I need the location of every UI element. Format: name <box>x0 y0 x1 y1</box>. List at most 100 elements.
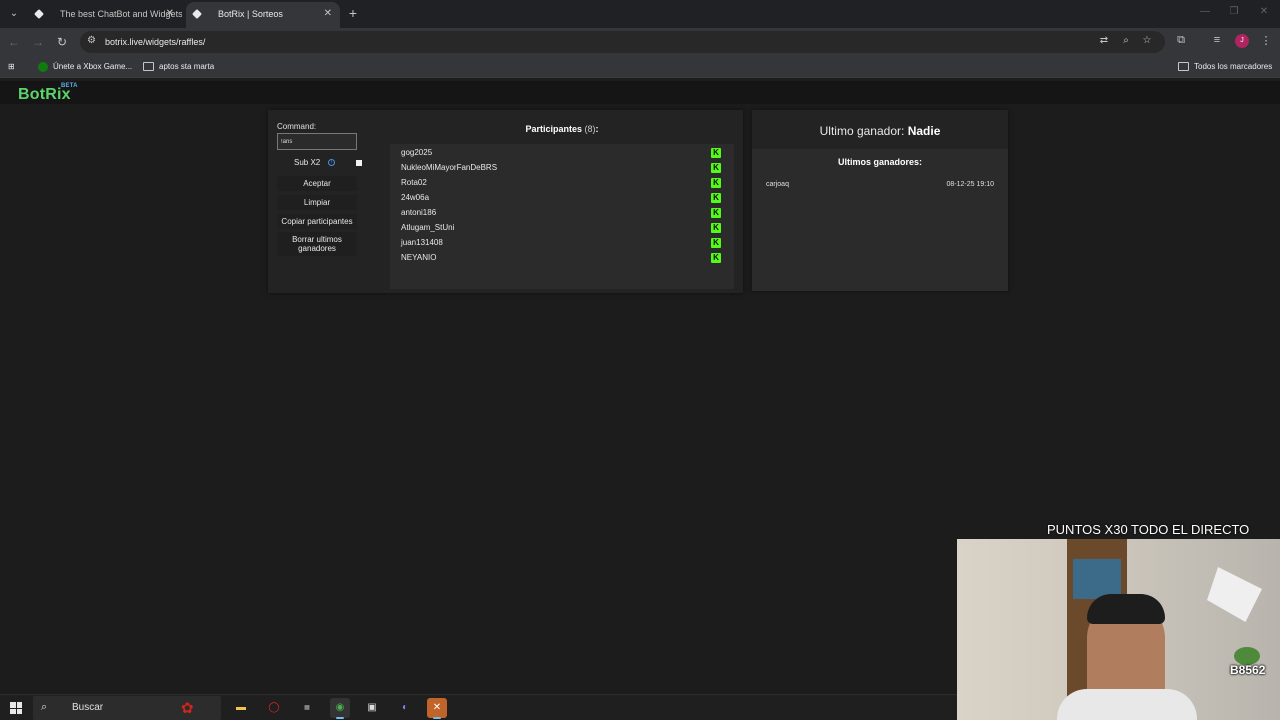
winner-name: carjoaq <box>766 181 789 188</box>
command-input[interactable] <box>277 133 357 150</box>
participant-row[interactable]: antoni186 K <box>401 206 721 220</box>
forward-arrow-icon[interactable]: → <box>30 34 46 50</box>
restore-icon[interactable]: ❐ <box>1224 6 1244 17</box>
participant-row[interactable]: Rota02 K <box>401 176 721 190</box>
bookmark-star-icon[interactable]: ☆ <box>1140 35 1154 46</box>
windows-start-icon[interactable] <box>10 702 22 714</box>
windows-taskbar: ⌕ Buscar ✿ ▬ ◯ ▦ ◉ ▣ ◐ ✕ <box>0 694 957 720</box>
close-tab-icon[interactable]: ✕ <box>166 2 174 26</box>
botrix-favicon-icon <box>192 9 202 19</box>
last-winner-label: Ultimo ganador: <box>819 124 905 138</box>
league-client-icon[interactable]: ▦ <box>297 698 317 718</box>
winner-row: carjoaq 08-12-25 19:10 <box>766 181 994 188</box>
url-text: botrix.live/widgets/raffles/ <box>105 37 206 47</box>
participants-title: Participantes (8): <box>390 124 734 134</box>
last-winner-name: Nadie <box>907 124 941 138</box>
all-bookmarks-folder[interactable]: Todos los marcadores <box>1178 60 1272 74</box>
participant-row[interactable]: NEYANIO K <box>401 251 721 265</box>
new-tab-plus-icon[interactable]: + <box>345 4 361 22</box>
all-bookmarks-label: Todos los marcadores <box>1194 62 1273 71</box>
translate-icon[interactable]: ⇄ <box>1097 35 1111 46</box>
webcam-overlay: B8562 <box>957 539 1280 720</box>
points-badge: B8562 <box>1230 663 1266 677</box>
bookmark-label: Únete a Xbox Game... <box>53 62 133 71</box>
accept-button[interactable]: Aceptar <box>277 176 357 191</box>
extensions-puzzle-icon[interactable]: ⧉ <box>1173 34 1189 47</box>
discord-icon[interactable]: ◐ <box>395 698 415 718</box>
address-bar[interactable]: ⚙ botrix.live/widgets/raffles/ ⇄ ⌕ ☆ <box>80 31 1165 53</box>
kick-icon: K <box>711 223 721 233</box>
command-label: Command: <box>277 122 317 131</box>
participant-row[interactable]: juan131408 K <box>401 236 721 250</box>
file-explorer-icon[interactable]: ▬ <box>231 698 251 718</box>
profile-avatar[interactable]: J <box>1235 34 1249 48</box>
sub-x2-checkbox[interactable] <box>356 160 362 166</box>
bookmark-folder-aptos[interactable]: aptos sta marta <box>143 60 214 74</box>
browser-tabstrip: ⌄ The best ChatBot and Widgets ✕ BotRix … <box>0 0 1280 28</box>
folder-icon <box>143 62 154 72</box>
tab-chatbot[interactable]: The best ChatBot and Widgets ✕ <box>28 2 182 28</box>
participants-count: (8) <box>584 124 596 134</box>
bookmark-xbox[interactable]: Únete a Xbox Game... <box>38 60 132 74</box>
zoom-icon[interactable]: ⌕ <box>1119 35 1133 46</box>
search-icon: ⌕ <box>41 701 48 713</box>
clear-button[interactable]: Limpiar <box>277 195 357 210</box>
opera-icon[interactable]: ◯ <box>264 698 284 718</box>
kick-icon: K <box>711 148 721 158</box>
kick-icon: K <box>711 163 721 173</box>
tab-search-chevron-icon[interactable]: ⌄ <box>5 5 23 23</box>
kick-icon: K <box>711 253 721 263</box>
kick-icon: K <box>711 178 721 188</box>
participant-row[interactable]: Atlugam_StUni K <box>401 221 721 235</box>
delete-last-winners-button[interactable]: Borrar ultimos ganadores <box>277 232 357 256</box>
tab-title: BotRix | Sorteos <box>218 9 283 19</box>
bookmark-label: aptos sta marta <box>159 62 215 71</box>
search-placeholder: Buscar <box>72 702 104 713</box>
participant-row[interactable]: gog2025 K <box>401 146 721 160</box>
webcam-shirt <box>1057 689 1197 720</box>
botrix-logo[interactable]: BotRix BETA <box>18 83 78 104</box>
calculator-app-icon[interactable]: ▣ <box>362 698 382 718</box>
participant-name: NukleoMiMayorFanDeBRS <box>401 163 498 172</box>
participant-name: 24w06a <box>401 193 430 202</box>
stream-banner: PUNTOS X30 TODO EL DIRECTO <box>1047 522 1250 537</box>
reload-icon[interactable]: ↻ <box>54 34 70 50</box>
participant-name: Atlugam_StUni <box>401 223 455 232</box>
minimize-icon[interactable]: — <box>1195 6 1215 17</box>
media-queue-icon[interactable]: ≡ <box>1209 34 1225 46</box>
participant-name: gog2025 <box>401 148 433 157</box>
info-icon[interactable]: i <box>328 159 335 166</box>
last-winners-list: Ultimos ganadores: carjoaq 08-12-25 19:1… <box>752 149 1008 291</box>
tab-title: The best ChatBot and Widgets <box>60 9 182 19</box>
participants-list: gog2025 K NukleoMiMayorFanDeBRS K Rota02 K … <box>390 144 734 289</box>
obs-app-icon[interactable]: ✕ <box>427 698 447 719</box>
tab-sorteos[interactable]: BotRix | Sorteos ✕ <box>186 2 340 28</box>
app-header: BotRix BETA <box>0 81 1280 104</box>
participant-row[interactable]: NukleoMiMayorFanDeBRS K <box>401 161 721 175</box>
bookmarks-bar: ⊞ Únete a Xbox Game... aptos sta marta T… <box>0 56 1280 78</box>
webcam-headset <box>1087 594 1165 624</box>
beta-badge: BETA <box>61 83 78 89</box>
winners-panel: Ultimo ganador: Nadie Ultimos ganadores:… <box>752 110 1008 291</box>
participant-name: antoni186 <box>401 208 437 217</box>
browser-toolbar: ← → ↻ ⚙ botrix.live/widgets/raffles/ ⇄ ⌕… <box>0 28 1280 56</box>
site-info-icon[interactable]: ⚙ <box>87 35 96 46</box>
copy-participants-button[interactable]: Copiar participantes <box>277 214 357 229</box>
webcam-softbox-light <box>1207 567 1262 622</box>
close-tab-icon[interactable]: ✕ <box>324 2 332 26</box>
last-winner-heading: Ultimo ganador: Nadie <box>752 124 1008 138</box>
sub-x2-label: Sub X2 <box>294 158 321 167</box>
apps-grid-icon[interactable]: ⊞ <box>8 60 15 74</box>
participants-title-colon: : <box>595 124 599 134</box>
webcam-books <box>1073 559 1121 599</box>
taskbar-search[interactable]: ⌕ Buscar ✿ <box>33 696 221 720</box>
kick-icon: K <box>711 208 721 218</box>
back-arrow-icon[interactable]: ← <box>6 34 22 50</box>
winner-date: 08-12-25 19:10 <box>946 181 994 188</box>
folder-icon <box>1178 62 1189 72</box>
participant-row[interactable]: 24w06a K <box>401 191 721 205</box>
participant-name: Rota02 <box>401 178 427 187</box>
close-window-icon[interactable]: ✕ <box>1254 6 1274 17</box>
chrome-icon[interactable]: ◉ <box>330 698 350 719</box>
menu-kebab-icon[interactable]: ⋮ <box>1258 34 1274 47</box>
